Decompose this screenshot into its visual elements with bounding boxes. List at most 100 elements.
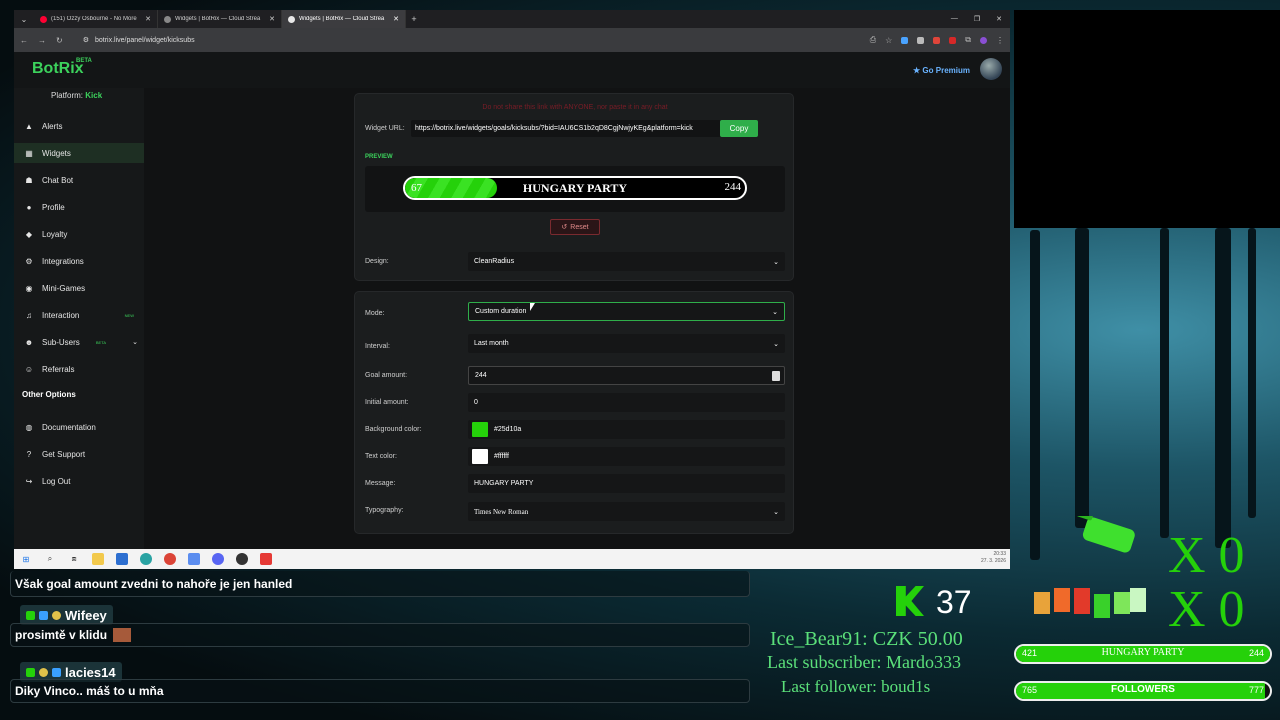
file-explorer-icon[interactable]	[92, 553, 104, 565]
obs-icon[interactable]	[236, 553, 248, 565]
message-label: Message:	[365, 480, 396, 487]
menu-icon[interactable]: ⋮	[996, 36, 1004, 45]
sidebar-item-integrations[interactable]: ⚙ Integrations	[14, 251, 144, 271]
text-color-swatch[interactable]	[472, 449, 488, 464]
goal-message: HUNGARY PARTY	[522, 181, 628, 195]
sidebar-item-profile[interactable]: ● Profile	[14, 197, 144, 217]
extensions-puzzle-icon[interactable]: ⧉	[965, 35, 971, 45]
reload-icon[interactable]: ↻	[56, 36, 63, 45]
translate-icon[interactable]: ⎙	[870, 35, 876, 45]
extension-icon[interactable]	[949, 36, 957, 44]
chrome-icon[interactable]	[164, 553, 176, 565]
platform-indicator: Platform: Kick	[51, 91, 103, 100]
user-icon: ●	[26, 202, 32, 212]
close-tab-icon[interactable]: ✕	[269, 15, 275, 23]
url-field[interactable]: ⚙ botrix.live/panel/widget/kicksubs	[73, 32, 860, 48]
sidebar-item-label: Interaction	[42, 310, 80, 320]
help-icon: ?	[26, 449, 32, 459]
sidebar-item-sub-users[interactable]: ☻ Sub-Users BETA ⌄	[14, 332, 144, 352]
bg-color-swatch[interactable]	[472, 422, 488, 437]
sidebar-item-alerts[interactable]: ▲ Alerts	[14, 116, 144, 136]
sidebar-item-documentation[interactable]: ◍ Documentation	[14, 417, 144, 437]
botrix-icon	[164, 15, 171, 23]
chevron-down-icon[interactable]: ⌄	[132, 338, 138, 346]
sub-badge-icon	[52, 667, 61, 677]
design-label: Design:	[365, 258, 389, 265]
youtube-icon	[40, 15, 47, 23]
plug-icon: ⚙	[25, 256, 33, 266]
goal-bar-preview: 67 HUNGARY PARTY 244	[403, 176, 747, 200]
interval-select[interactable]: Last month ⌄	[468, 334, 785, 353]
close-window-icon[interactable]: ✕	[996, 15, 1002, 23]
message-input[interactable]: HUNGARY PARTY	[468, 474, 785, 493]
typography-select[interactable]: Times New Roman ⌄	[468, 502, 785, 521]
text-color-input[interactable]: #ffffff	[468, 447, 785, 466]
edge-icon[interactable]	[140, 553, 152, 565]
browser-tab[interactable]: Widgets | BotRix — Cloud Strea ✕	[158, 10, 282, 28]
tab-search-icon[interactable]: ⌄	[14, 15, 34, 24]
windows-start-icon[interactable]: ⊞	[20, 553, 32, 565]
task-view-icon[interactable]: ⧈	[68, 553, 80, 565]
undo-icon: ↺	[561, 224, 568, 231]
mode-label: Mode:	[365, 310, 385, 317]
sidebar-item-chat-bot[interactable]: ☗ Chat Bot	[14, 170, 144, 190]
extension-icon[interactable]	[917, 36, 925, 44]
beta-badge: BETA	[76, 58, 92, 64]
number-stepper-icon[interactable]	[772, 370, 780, 381]
sidebar-item-label: Get Support	[42, 449, 86, 459]
app-icon[interactable]	[188, 553, 200, 565]
close-tab-icon[interactable]: ✕	[393, 15, 399, 23]
typography-label: Typography:	[365, 507, 404, 514]
design-select[interactable]: CleanRadius ⌄	[468, 252, 785, 271]
extension-icon[interactable]	[933, 36, 941, 44]
forward-icon[interactable]: →	[38, 36, 46, 45]
sidebar-item-get-support[interactable]: ? Get Support	[14, 444, 144, 464]
chevron-down-icon: ⌄	[773, 507, 779, 516]
chat-message: Však goal amount zvedni to nahoře je jen…	[10, 571, 750, 597]
sidebar-item-mini-games[interactable]: ◉ Mini-Games	[14, 278, 144, 298]
sidebar-item-referrals[interactable]: ☺ Referrals	[14, 359, 144, 379]
sidebar-item-loyalty[interactable]: ◆ Loyalty	[14, 224, 144, 244]
copy-button[interactable]: Copy	[720, 120, 758, 137]
restore-icon[interactable]: ❐	[974, 15, 980, 23]
profile-icon[interactable]	[980, 36, 987, 44]
browser-tab[interactable]: (151) Ozzy Osbourne - No More ✕	[34, 10, 158, 28]
goal-amount-input[interactable]: 244	[468, 366, 785, 385]
sidebar-item-widgets[interactable]: ▦ Widgets	[14, 143, 144, 163]
go-premium-button[interactable]: ★ Go Premium	[913, 66, 970, 75]
sidebar-item-log-out[interactable]: ↪ Log Out	[14, 471, 144, 491]
site-info-icon[interactable]: ⚙	[83, 36, 89, 44]
sidebar-item-interaction[interactable]: ♫ Interaction NEW	[14, 305, 144, 325]
tab-strip: ⌄ (151) Ozzy Osbourne - No More ✕ Widget…	[14, 10, 1010, 28]
browser-tab-active[interactable]: Widgets | BotRix — Cloud Strea ✕	[282, 10, 406, 28]
extension-icon[interactable]	[901, 36, 909, 44]
bg-color-input[interactable]: #25d10a	[468, 420, 785, 439]
back-icon[interactable]: ←	[20, 36, 28, 45]
recorder-icon[interactable]	[260, 553, 272, 565]
sidebar-item-label: Documentation	[42, 422, 96, 432]
overlay-followers-bar: 765 FOLLOWERS 777	[1014, 681, 1272, 701]
discord-icon[interactable]	[212, 553, 224, 565]
shots-count: X 0	[1168, 581, 1245, 638]
widget-url-field[interactable]: https://botrix.live/widgets/goals/kicksu…	[411, 120, 741, 137]
top-navbar: BotRix BETA ★ Go Premium	[14, 52, 1010, 88]
share-warning: Do not share this link with ANYONE, nor …	[482, 104, 668, 111]
sidebar-item-label: Sub-Users	[42, 337, 80, 347]
mouse-cursor	[530, 303, 535, 311]
minimize-icon[interactable]: —	[951, 15, 958, 23]
avatar[interactable]	[980, 58, 1002, 80]
mode-select[interactable]: Custom duration ⌄	[468, 302, 785, 321]
new-tab-button[interactable]: +	[406, 14, 422, 24]
store-icon[interactable]	[116, 553, 128, 565]
search-icon[interactable]: ⌕	[44, 553, 56, 565]
bookmark-star-icon[interactable]: ☆	[885, 36, 892, 45]
main-content: Do not share this link with ANYONE, nor …	[144, 88, 1010, 549]
sidebar-item-label: Profile	[42, 202, 65, 212]
reset-button[interactable]: ↺ Reset	[550, 219, 600, 235]
sidebar-item-label: Loyalty	[42, 229, 68, 239]
camera-placeholder	[1014, 10, 1280, 228]
stream-screen: ⌄ (151) Ozzy Osbourne - No More ✕ Widget…	[0, 0, 1280, 720]
initial-amount-input[interactable]: 0	[468, 393, 785, 412]
chevron-down-icon: ⌄	[772, 308, 778, 316]
close-tab-icon[interactable]: ✕	[145, 15, 151, 23]
